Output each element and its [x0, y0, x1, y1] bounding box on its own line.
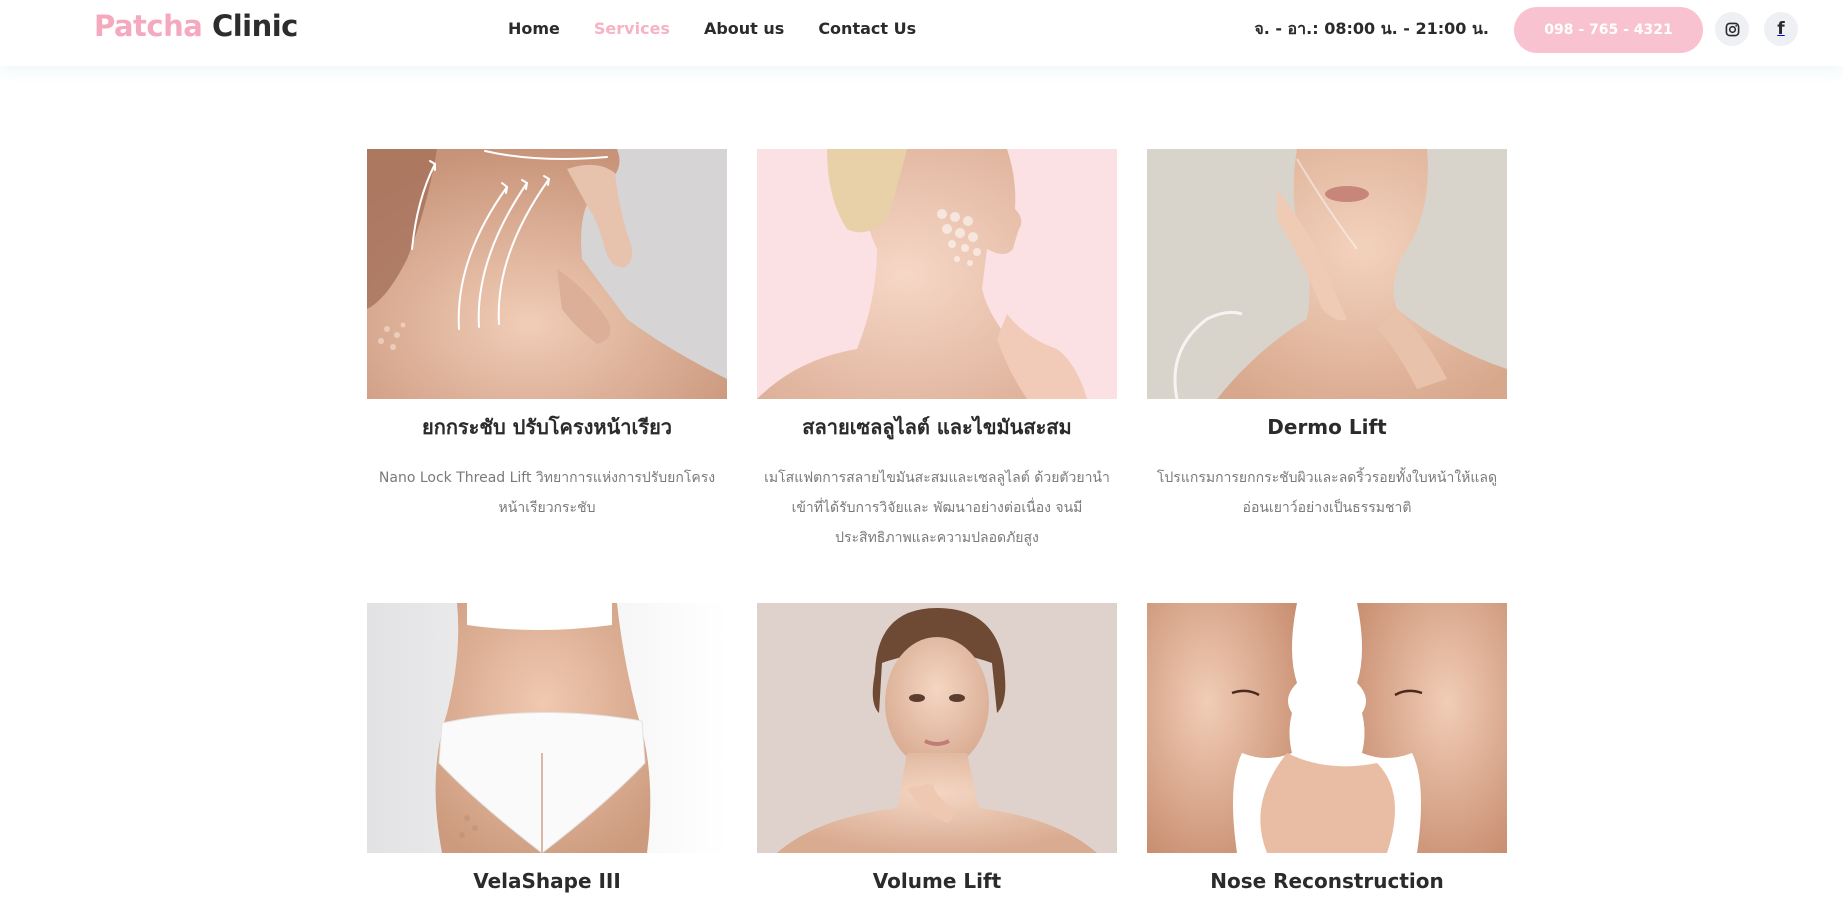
service-description: เมโสแฟตการสลายไขมันสะสมและเซลลูไลต์ ด้วย…: [764, 470, 1110, 546]
service-image-volume-lift: [757, 603, 1117, 853]
service-title: ยกกระชับ ปรับโครงหน้าเรียว: [421, 415, 673, 439]
service-description: โปรแกรมการยกกระชับผิวและลดริ้วรอยทั้งใบห…: [1156, 470, 1498, 516]
service-card[interactable]: สลายเซลลูไลต์ และไขมันสะสม เมโสแฟตการสลา…: [757, 149, 1117, 553]
service-image-dermo-lift: [1147, 149, 1507, 399]
service-title: VelaShape III: [473, 869, 621, 893]
facebook-icon: f: [1777, 18, 1785, 39]
instagram-button[interactable]: [1715, 12, 1749, 46]
brand-logo[interactable]: Patcha Clinic: [94, 6, 298, 46]
facebook-button[interactable]: f: [1764, 12, 1798, 46]
nav-home[interactable]: Home: [508, 17, 560, 41]
service-card[interactable]: VelaShape III: [367, 603, 727, 904]
nav-contact-us[interactable]: Contact Us: [818, 17, 916, 41]
opening-hours: จ. - อา.: 08:00 น. - 21:00 น.: [1254, 19, 1489, 38]
service-title: Dermo Lift: [1267, 415, 1387, 439]
main-nav: Home Services About us Contact Us: [508, 17, 916, 41]
service-card[interactable]: Dermo Lift โปรแกรมการยกกระชับผิวและลดริ้…: [1147, 149, 1507, 553]
service-image-thread-lift: [367, 149, 727, 399]
service-card[interactable]: ยกกระชับ ปรับโครงหน้าเรียว Nano Lock Thr…: [367, 149, 727, 553]
site-header: Patcha Clinic Home Services About us Con…: [0, 0, 1843, 66]
service-title: Nose Reconstruction: [1210, 869, 1444, 893]
service-image-nose-reconstruction: [1147, 603, 1507, 853]
service-image-fat-dissolve: [757, 149, 1117, 399]
nav-services[interactable]: Services: [594, 17, 670, 41]
brand-name-first: Patcha: [94, 9, 203, 43]
service-card[interactable]: Volume Lift: [757, 603, 1117, 904]
services-grid: ยกกระชับ ปรับโครงหน้าเรียว Nano Lock Thr…: [367, 149, 1507, 904]
service-image-velashape: [367, 603, 727, 853]
service-card[interactable]: Nose Reconstruction: [1147, 603, 1507, 904]
instagram-icon: [1725, 22, 1739, 36]
service-title: สลายเซลลูไลต์ และไขมันสะสม: [802, 415, 1072, 439]
nav-about-us[interactable]: About us: [704, 17, 784, 41]
brand-name-second: Clinic: [211, 9, 298, 43]
service-description: Nano Lock Thread Lift วิทยาการแห่งการปรั…: [378, 470, 716, 516]
phone-button[interactable]: 098 - 765 - 4321: [1514, 7, 1703, 53]
service-title: Volume Lift: [872, 869, 1002, 893]
